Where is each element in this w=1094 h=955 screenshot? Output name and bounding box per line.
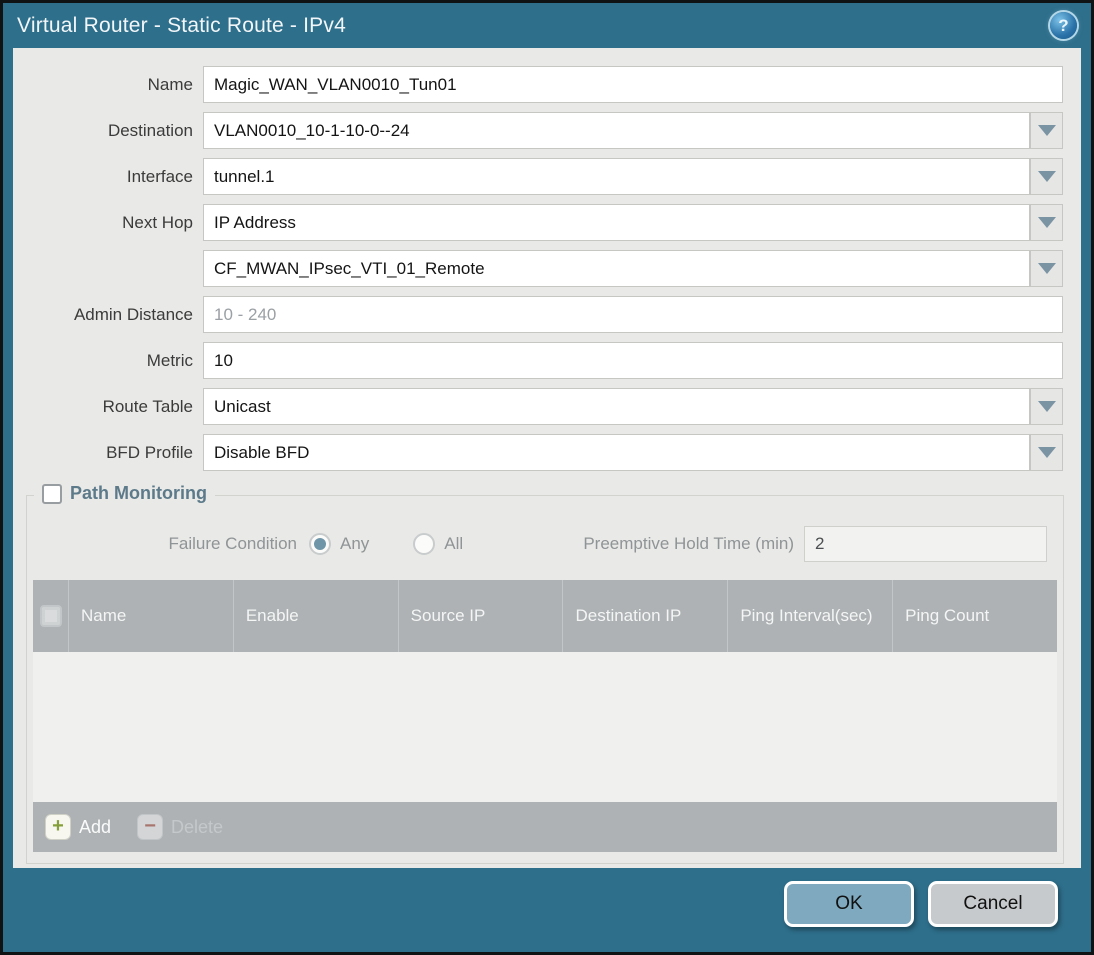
ok-button[interactable]: OK (784, 881, 914, 927)
path-monitoring-checkbox[interactable] (42, 483, 62, 504)
route-table-label: Route Table (102, 396, 193, 416)
route-table-dropdown-button[interactable] (1030, 388, 1063, 425)
interface-dropdown-button[interactable] (1030, 158, 1063, 195)
dialog-frame: Virtual Router - Static Route - IPv4 ? N… (3, 3, 1091, 952)
help-icon[interactable]: ? (1050, 12, 1077, 39)
add-button-label: Add (79, 816, 112, 837)
failure-condition-label: Failure Condition (168, 534, 297, 553)
chevron-down-icon (1037, 171, 1056, 182)
admin-distance-label: Admin Distance (73, 304, 193, 324)
chevron-down-icon (1037, 401, 1056, 412)
form-row-route-table: Route Table (13, 388, 1063, 425)
column-header-ping-count: Ping Count (905, 606, 990, 626)
destination-input[interactable] (203, 112, 1030, 149)
form-row-interface: Interface (13, 158, 1063, 195)
column-header-ping-interval: Ping Interval(sec) (728, 580, 894, 652)
preemptive-hold-time-label: Preemptive Hold Time (min) (583, 534, 794, 553)
next-hop-type-dropdown-button[interactable] (1030, 204, 1063, 241)
failure-condition-any-label: Any (340, 534, 370, 553)
chevron-down-icon (1037, 125, 1056, 136)
path-monitoring-table: Name Enable Source IP Destination IP Pin… (33, 580, 1057, 852)
form-row-next-hop-value (13, 250, 1063, 287)
next-hop-type-input[interactable] (203, 204, 1030, 241)
next-hop-address-input[interactable] (203, 250, 1030, 287)
table-footer-toolbar: + Add − Delete (33, 802, 1057, 852)
add-button[interactable]: + Add (45, 814, 111, 840)
form-row-destination: Destination (13, 112, 1063, 149)
footer-button-bar: OK Cancel (784, 881, 1058, 927)
metric-input[interactable] (203, 342, 1063, 379)
chevron-down-icon (1037, 263, 1056, 274)
form-row-metric: Metric (13, 342, 1063, 379)
column-header-name: Name (69, 580, 234, 652)
form-row-next-hop: Next Hop (13, 204, 1063, 241)
next-hop-address-dropdown-button[interactable] (1030, 250, 1063, 287)
plus-icon: + (45, 814, 71, 840)
interface-input[interactable] (203, 158, 1030, 195)
name-input[interactable] (203, 66, 1063, 103)
select-all-checkbox (39, 605, 62, 627)
column-header-enable: Enable (234, 580, 399, 652)
failure-condition-any-radio (309, 533, 331, 555)
failure-condition-all-label: All (444, 534, 464, 553)
column-header-source-ip: Source IP (399, 580, 564, 652)
name-label: Name (147, 74, 193, 94)
bfd-profile-input[interactable] (203, 434, 1030, 471)
title-bar: Virtual Router - Static Route - IPv4 ? (3, 3, 1091, 48)
form-row-bfd-profile: BFD Profile (13, 434, 1063, 471)
preemptive-hold-time-input (804, 526, 1047, 562)
help-glyph: ? (1058, 15, 1069, 35)
failure-condition-all-radio (413, 533, 436, 555)
path-monitoring-title: Path Monitoring (70, 483, 207, 503)
destination-label: Destination (107, 120, 193, 140)
bfd-profile-label: BFD Profile (106, 442, 193, 462)
dialog-window: Virtual Router - Static Route - IPv4 ? N… (0, 0, 1094, 955)
destination-dropdown-button[interactable] (1030, 112, 1063, 149)
path-monitoring-legend: Path Monitoring (34, 483, 215, 504)
table-header: Name Enable Source IP Destination IP Pin… (33, 580, 1057, 652)
metric-label: Metric (146, 350, 193, 370)
table-header-checkbox-cell (33, 580, 69, 652)
route-table-input[interactable] (203, 388, 1030, 425)
path-monitoring-section: Path Monitoring Failure Condition Any Al… (26, 483, 1064, 864)
interface-label: Interface (126, 166, 193, 186)
table-body-empty (33, 652, 1057, 802)
dialog-body: Name Destination Interface (13, 48, 1081, 868)
chevron-down-icon (1037, 217, 1056, 228)
delete-button: − Delete (137, 814, 223, 840)
delete-button-label: Delete (171, 816, 224, 837)
chevron-down-icon (1037, 447, 1056, 458)
form-row-name: Name (13, 66, 1063, 103)
column-header-destination-ip: Destination IP (563, 580, 729, 652)
next-hop-label: Next Hop (122, 212, 193, 232)
cancel-button[interactable]: Cancel (928, 881, 1058, 927)
form-row-admin-distance: Admin Distance (13, 296, 1063, 333)
admin-distance-input[interactable] (203, 296, 1063, 333)
dialog-title: Virtual Router - Static Route - IPv4 (17, 13, 346, 37)
failure-condition-row: Failure Condition Any All Preemptive Hol… (27, 526, 1063, 562)
bfd-profile-dropdown-button[interactable] (1030, 434, 1063, 471)
minus-icon: − (137, 814, 164, 840)
